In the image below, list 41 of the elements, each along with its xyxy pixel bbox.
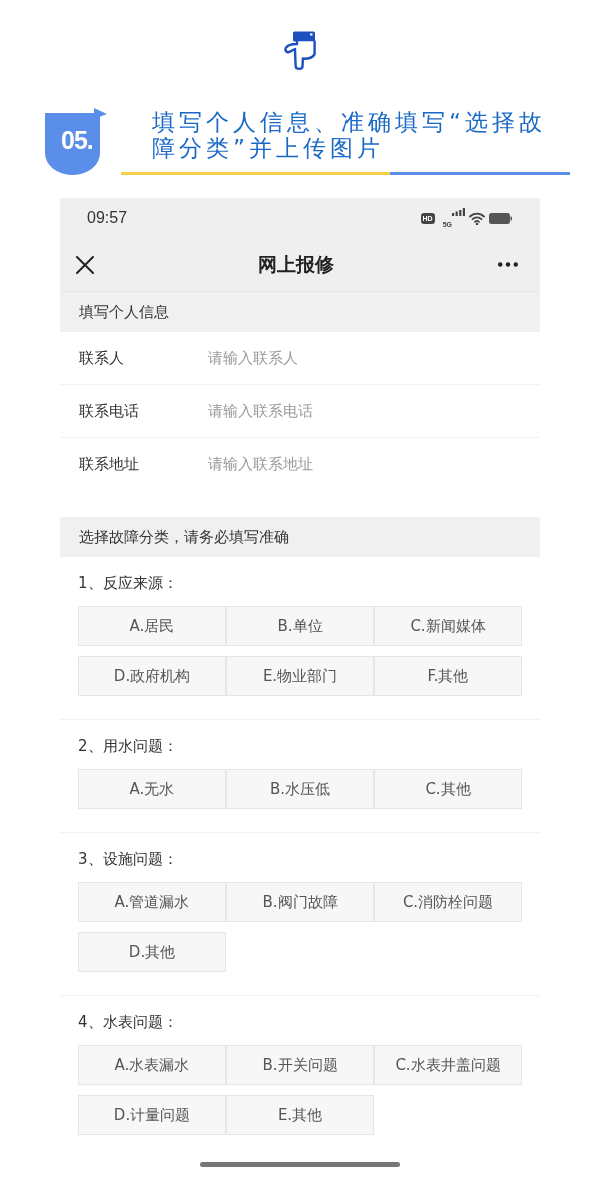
pointing-hand-icon [283,30,317,71]
option-button[interactable]: B.开关问题 [226,1045,374,1085]
option-button[interactable]: D.计量问题 [78,1095,226,1135]
option-button[interactable]: A.管道漏水 [78,882,226,922]
option-button[interactable]: A.居民 [78,606,226,646]
option-button[interactable]: C.新闻媒体 [374,606,522,646]
section-header: 填写个人信息 [60,292,540,332]
wifi-icon [469,211,485,225]
option-button[interactable]: F.其他 [374,656,522,696]
option-button[interactable]: C.消防栓问题 [374,882,522,922]
option-button[interactable]: A.无水 [78,769,226,809]
more-icon[interactable] [498,262,518,267]
option-button[interactable]: B.阀门故障 [226,882,374,922]
field-label: 联系人 [79,347,125,369]
option-button[interactable]: B.水压低 [226,769,374,809]
option-button[interactable]: C.其他 [374,769,522,809]
option-button[interactable]: D.其他 [78,932,226,972]
option-button[interactable]: B.单位 [226,606,374,646]
status-time: 09:57 [87,208,128,228]
text-input[interactable]: 请输入联系地址 [208,453,508,476]
corner-flag-icon [94,108,107,119]
field-label: 联系地址 [79,454,140,476]
step-badge: 05. [45,113,100,175]
option-button[interactable]: E.物业部门 [226,656,374,696]
field-label: 联系电话 [79,400,140,422]
text-input[interactable]: 请输入联系电话 [208,399,508,423]
option-button[interactable]: A.水表漏水 [78,1045,226,1085]
question-title: 1、反应来源： [78,573,179,594]
step-title: 填写个人信息、准确填写“选择故障分类”并上传图片 [152,109,547,161]
close-icon[interactable] [76,255,94,274]
option-button[interactable]: E.其他 [226,1095,374,1135]
battery-icon [489,212,512,224]
option-button[interactable]: C.水表井盖问题 [374,1045,522,1085]
section-header: 选择故障分类，请务必填写准确 [60,517,540,557]
question-title: 4、水表问题： [78,1012,179,1033]
page-title: 网上报修 [258,252,334,278]
option-button[interactable]: D.政府机构 [78,656,226,696]
question-title: 3、设施问题： [78,849,179,870]
signal-icon [452,208,465,216]
question-title: 2、用水问题： [78,736,179,757]
text-input[interactable]: 请输入联系人 [208,346,508,370]
